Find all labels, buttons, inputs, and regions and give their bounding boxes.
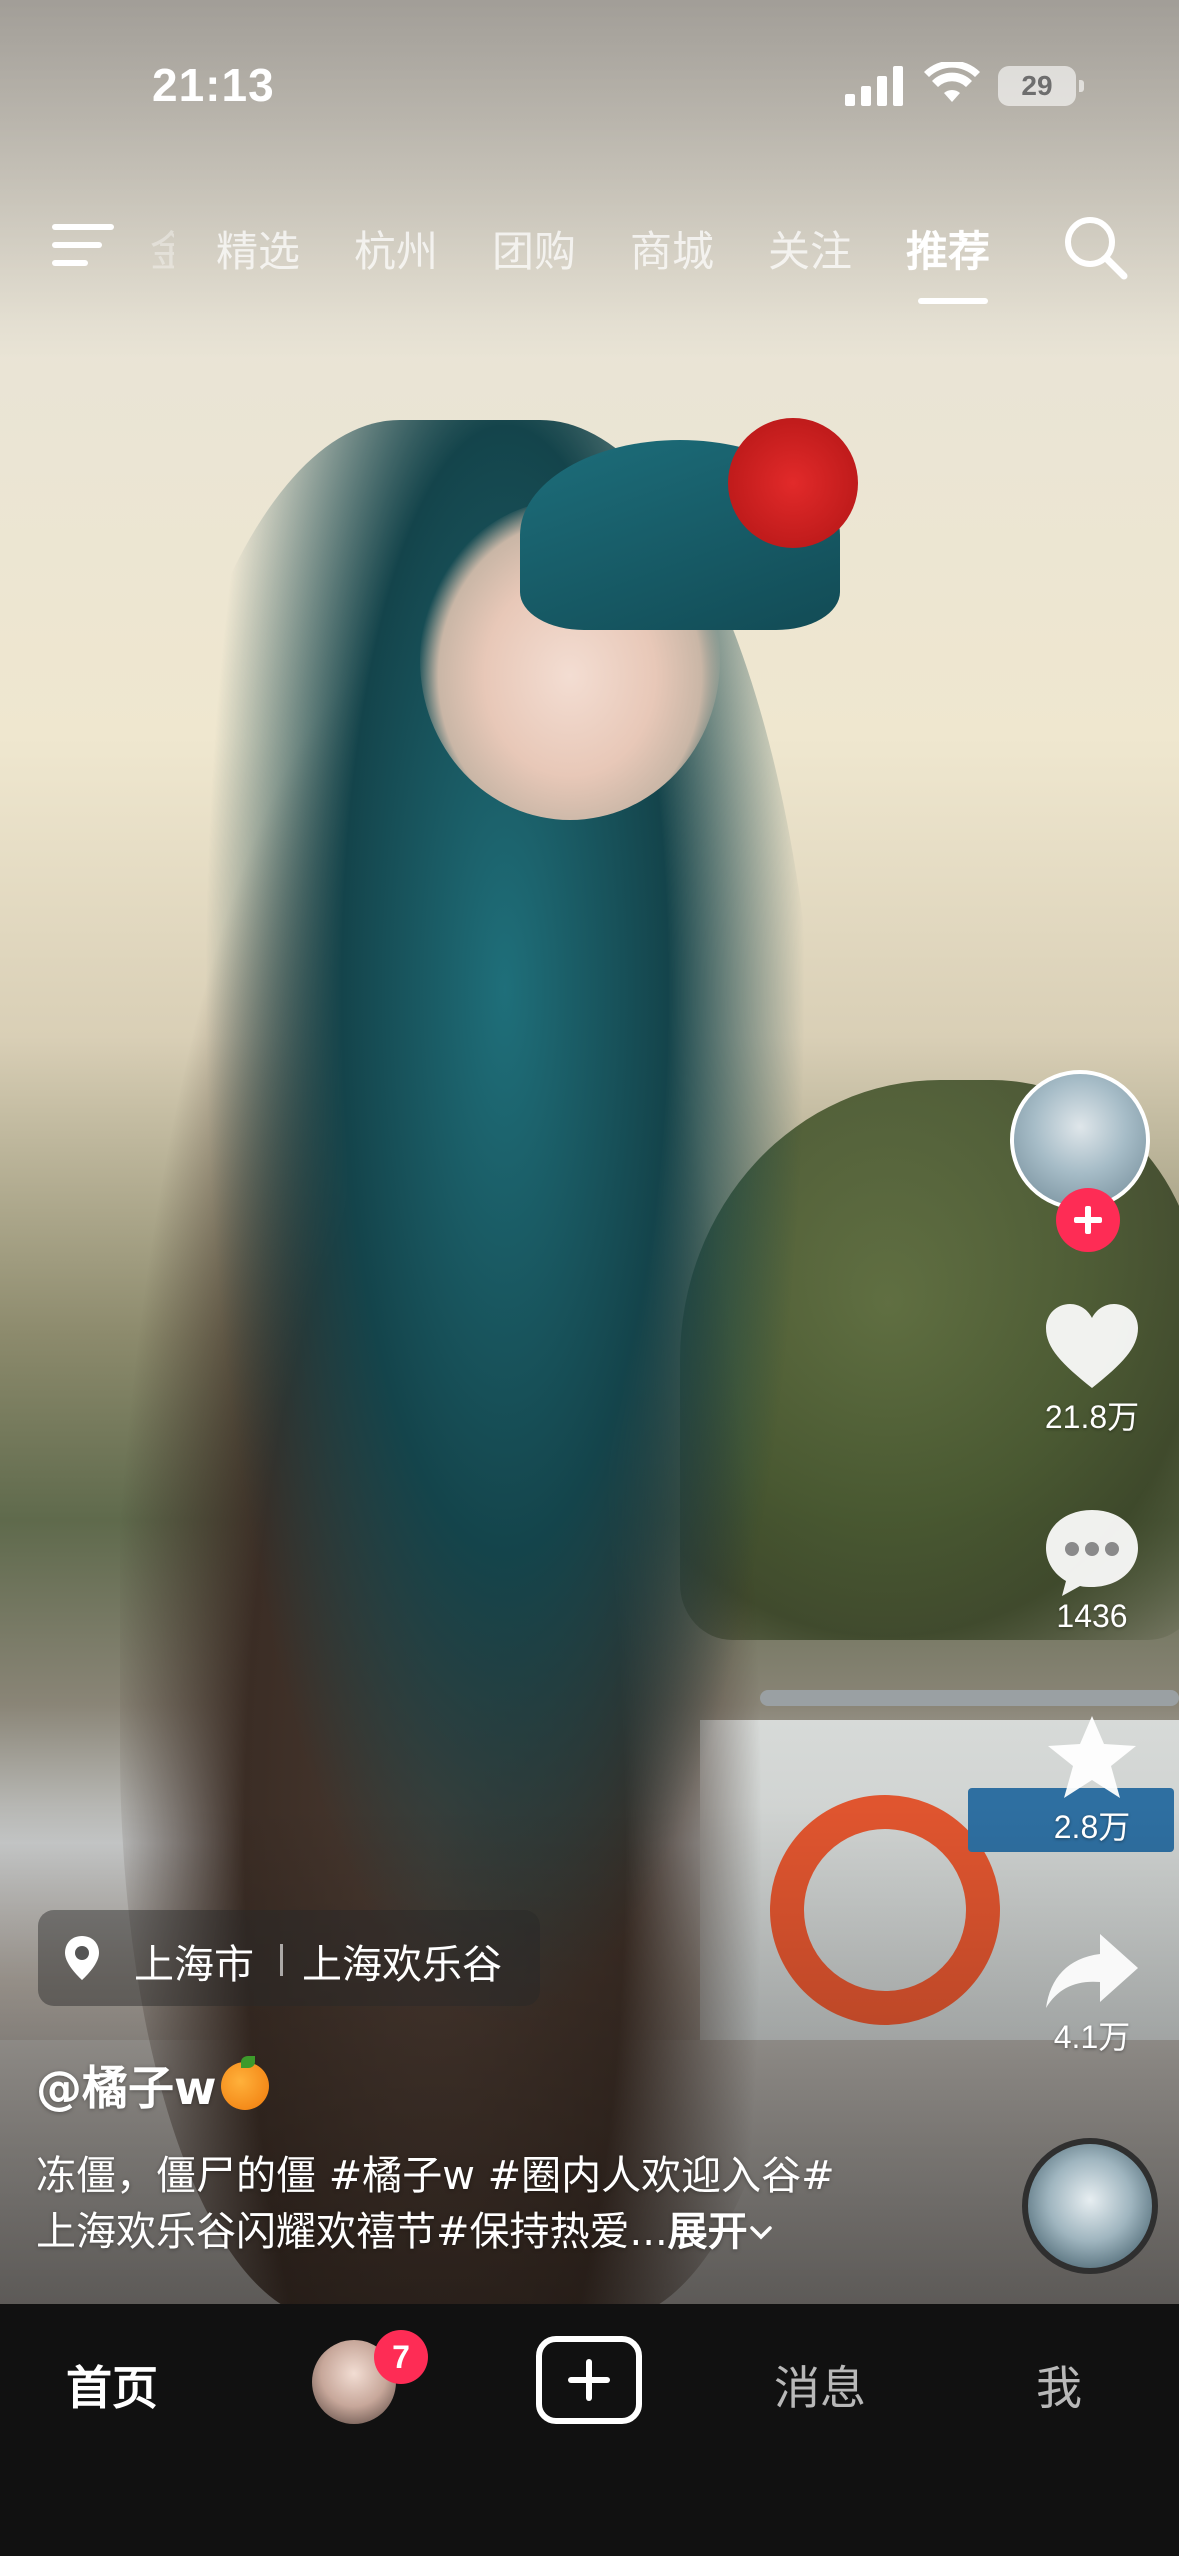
status-time: 21:13: [152, 59, 275, 111]
tab-guanzhu[interactable]: 关注: [768, 218, 852, 279]
menu-icon[interactable]: [52, 220, 114, 272]
wifi-icon: [924, 62, 980, 102]
comment-count: 1436: [1056, 1598, 1128, 1634]
share-count: 4.1万: [1053, 2019, 1131, 2055]
create-plus-icon[interactable]: [536, 2336, 642, 2424]
orange-emoji-icon: [220, 2056, 269, 2110]
caption-line-2-text: 上海欢乐谷闪耀欢禧节#保持热爱...: [36, 2209, 668, 2255]
location-pin-icon: [65, 1936, 99, 1980]
share-button[interactable]: 4.1万: [1010, 1930, 1174, 2058]
location-city: 上海市: [134, 1942, 254, 1988]
tab-jingxuan[interactable]: 精选: [216, 218, 300, 279]
cellular-signal-icon: [845, 66, 903, 106]
nav-messages[interactable]: 消息: [774, 2352, 866, 2418]
caption-line-1: 冻僵，僵尸的僵 #橘子w #圈内人欢迎入谷#: [36, 2153, 835, 2199]
search-icon[interactable]: [1060, 212, 1130, 282]
like-count: 21.8万: [1044, 1399, 1140, 1435]
video-caption[interactable]: 冻僵，僵尸的僵 #橘子w #圈内人欢迎入谷# 上海欢乐谷闪耀欢禧节#保持热爱..…: [36, 2148, 916, 2260]
tab-hangzhou[interactable]: 杭州: [354, 218, 438, 279]
notification-badge: 7: [374, 2330, 428, 2384]
tab-shangcheng[interactable]: 商城: [630, 218, 714, 279]
hat-pompom: [728, 418, 858, 548]
caption-line-2: 上海欢乐谷闪耀欢禧节#保持热爱...展开: [36, 2204, 916, 2260]
author-name[interactable]: @橘子w: [36, 2052, 269, 2118]
music-disc-icon[interactable]: [1022, 2138, 1158, 2274]
top-navigation: 金 精选 杭州 团购 商城 关注 推荐: [0, 200, 1179, 310]
background-railing: [760, 1690, 1179, 1706]
nav-home[interactable]: 首页: [66, 2352, 158, 2418]
comment-button[interactable]: 1436: [1010, 1506, 1174, 1635]
tab-partial[interactable]: 金: [150, 218, 174, 279]
battery-icon: 29: [998, 66, 1084, 106]
follow-plus-icon[interactable]: [1056, 1188, 1120, 1252]
share-arrow-icon: [1046, 1934, 1138, 2008]
location-place: 上海欢乐谷: [302, 1942, 502, 1988]
status-bar: 21:13 29: [0, 0, 1179, 170]
active-tab-indicator: [918, 298, 988, 304]
tab-tuangou[interactable]: 团购: [492, 218, 576, 279]
bottom-navigation: 首页 7 消息 我: [0, 2304, 1179, 2556]
expand-link[interactable]: 展开: [668, 2209, 748, 2255]
star-icon: [1048, 1716, 1136, 1798]
comment-icon: [1046, 1510, 1138, 1596]
favorite-count: 2.8万: [1053, 1809, 1131, 1845]
author-handle: @橘子w: [36, 2061, 217, 2115]
heart-icon: [1046, 1304, 1138, 1388]
chevron-down-icon: [749, 2226, 772, 2240]
nav-me[interactable]: 我: [1036, 2352, 1082, 2418]
like-button[interactable]: 21.8万: [1010, 1302, 1174, 1438]
location-tag[interactable]: 上海市 上海欢乐谷: [38, 1910, 540, 2006]
location-separator: [280, 1944, 283, 1976]
tab-tuijian[interactable]: 推荐: [906, 218, 990, 279]
favorite-button[interactable]: 2.8万: [1010, 1712, 1174, 1848]
